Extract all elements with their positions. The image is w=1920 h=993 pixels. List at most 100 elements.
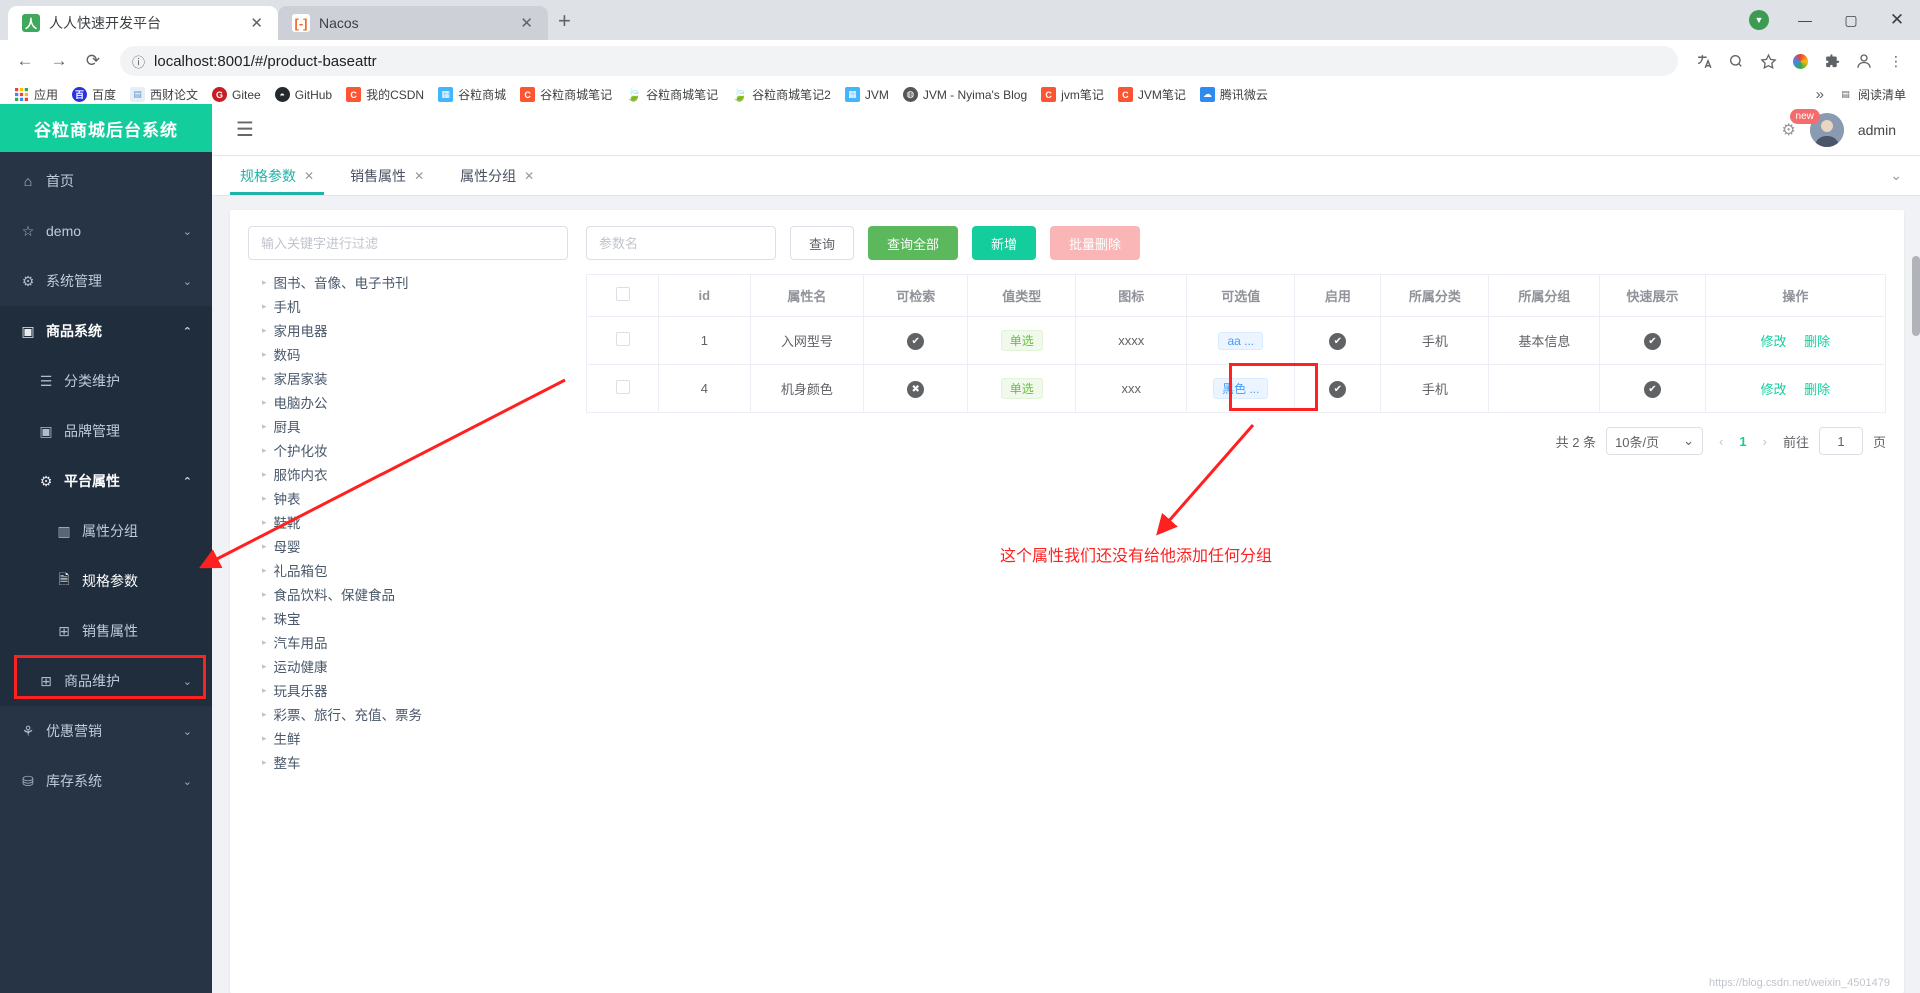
tree-node[interactable]: ▸ 汽车用品 <box>248 630 568 654</box>
view-tabs-more-button[interactable]: ⌄ <box>1890 156 1920 195</box>
bookmark-item[interactable]: C JVM笔记 <box>1112 84 1192 105</box>
tab-attribute-group[interactable]: 属性分组 ✕ <box>442 156 552 195</box>
close-icon[interactable]: ✕ <box>414 169 424 183</box>
bookmark-item[interactable]: C 谷粒商城笔记 <box>514 84 618 105</box>
sidebar-toggle-icon[interactable]: ☰ <box>236 117 254 142</box>
caret-right-icon[interactable]: ▸ <box>262 445 267 456</box>
caret-right-icon[interactable]: ▸ <box>262 493 267 504</box>
caret-right-icon[interactable]: ▸ <box>262 565 267 576</box>
tree-node[interactable]: ▸ 手机 <box>248 294 568 318</box>
forward-icon[interactable]: → <box>44 46 74 76</box>
tree-node[interactable]: ▸ 图书、音像、电子书刊 <box>248 270 568 294</box>
window-maximize-button[interactable]: ▢ <box>1828 0 1874 40</box>
bookmark-item[interactable]: G Gitee <box>206 85 267 104</box>
caret-right-icon[interactable]: ▸ <box>262 541 267 552</box>
bookmarks-overflow-icon[interactable]: » <box>1816 86 1824 103</box>
bookmark-item[interactable]: ▤ 西财论文 <box>124 84 204 105</box>
browser-tab-1[interactable]: 人 人人快速开发平台 ✕ <box>8 6 278 40</box>
page-number-1[interactable]: 1 <box>1739 434 1746 449</box>
tree-node[interactable]: ▸ 钟表 <box>248 486 568 510</box>
tree-node[interactable]: ▸ 生鲜 <box>248 726 568 750</box>
browser-menu-icon[interactable]: ⋮ <box>1882 47 1910 75</box>
tree-node[interactable]: ▸ 家用电器 <box>248 318 568 342</box>
bookmark-item[interactable]: ☁ 腾讯微云 <box>1194 84 1274 105</box>
bookmark-item[interactable]: 应用 <box>8 84 64 105</box>
settings-gear-icon[interactable]: ⚙ new <box>1782 108 1820 140</box>
sidebar-item-product-system[interactable]: ▣ 商品系统 ⌃ <box>0 306 212 356</box>
bookmark-item[interactable]: 百百度 <box>66 84 122 105</box>
sidebar-item-product-maintenance[interactable]: ⊞ 商品维护 ⌄ <box>0 656 212 706</box>
tree-node[interactable]: ▸ 食品饮料、保健食品 <box>248 582 568 606</box>
sidebar-item-home[interactable]: ⌂ 首页 <box>0 156 212 206</box>
browser-tab-2[interactable]: [-] Nacos ✕ <box>278 6 548 40</box>
next-page-button[interactable]: › <box>1757 434 1773 449</box>
tab-spec-params[interactable]: 规格参数 ✕ <box>222 156 332 195</box>
tree-node[interactable]: ▸ 服饰内衣 <box>248 462 568 486</box>
bookmark-item[interactable]: Cjvm笔记 <box>1035 84 1110 105</box>
bookmark-item[interactable]: ▦ 谷粒商城 <box>432 84 512 105</box>
sidebar-item-promotion[interactable]: ⚘ 优惠营销 ⌄ <box>0 706 212 756</box>
caret-right-icon[interactable]: ▸ <box>262 277 267 288</box>
sidebar-item-inventory[interactable]: ⛁ 库存系统 ⌄ <box>0 756 212 806</box>
page-size-select[interactable]: 10条/页 ⌄ <box>1606 427 1704 455</box>
sidebar-item-demo[interactable]: ☆ demo ⌄ <box>0 206 212 256</box>
delete-link[interactable]: 删除 <box>1804 382 1830 397</box>
add-button[interactable]: 新增 <box>972 226 1037 260</box>
caret-right-icon[interactable]: ▸ <box>262 661 267 672</box>
sidebar-item-attribute-group[interactable]: ▥ 属性分组 <box>0 506 212 556</box>
edit-link[interactable]: 修改 <box>1761 382 1787 397</box>
caret-right-icon[interactable]: ▸ <box>262 325 267 336</box>
tab-close-icon[interactable]: ✕ <box>517 14 536 32</box>
row-checkbox[interactable] <box>615 380 630 394</box>
bookmark-item[interactable]: ▦ JVM <box>839 85 895 104</box>
extension-puzzle-icon[interactable] <box>1818 47 1846 75</box>
sidebar-item-category-maintenance[interactable]: ☰ 分类维护 <box>0 356 212 406</box>
bookmark-item[interactable]: 🍃 谷粒商城笔记 <box>620 84 724 105</box>
caret-right-icon[interactable]: ▸ <box>262 685 267 696</box>
back-icon[interactable]: ← <box>10 46 40 76</box>
tree-node[interactable]: ▸ 珠宝 <box>248 606 568 630</box>
caret-right-icon[interactable]: ▸ <box>262 637 267 648</box>
tree-node[interactable]: ▸ 运动健康 <box>248 654 568 678</box>
address-bar[interactable]: ⓘ localhost:8001/#/product-baseattr <box>120 46 1678 76</box>
caret-right-icon[interactable]: ▸ <box>262 301 267 312</box>
close-icon[interactable]: ✕ <box>524 169 534 183</box>
table-row[interactable]: 1 入网型号 ✔ 单选 xxxx aa ... ✔ 手机 基本信息 ✔ 修改 删… <box>585 316 1887 365</box>
bookmark-item[interactable]: 🍃 谷粒商城笔记2 <box>726 84 837 105</box>
search-icon[interactable] <box>1722 47 1750 75</box>
caret-right-icon[interactable]: ▸ <box>262 709 267 720</box>
reload-icon[interactable]: ⟳ <box>78 46 108 76</box>
edit-link[interactable]: 修改 <box>1761 334 1787 349</box>
tab-sale-attributes[interactable]: 销售属性 ✕ <box>332 156 442 195</box>
tree-filter-input[interactable] <box>248 226 568 260</box>
param-name-input[interactable] <box>586 226 776 260</box>
caret-right-icon[interactable]: ▸ <box>262 613 267 624</box>
query-all-button[interactable]: 查询全部 <box>868 226 959 260</box>
browser-profile-icon[interactable] <box>1850 47 1878 75</box>
bookmark-star-icon[interactable] <box>1754 47 1782 75</box>
delete-link[interactable]: 删除 <box>1804 334 1830 349</box>
tree-node[interactable]: ▸ 家居家装 <box>248 366 568 390</box>
caret-right-icon[interactable]: ▸ <box>262 517 267 528</box>
extension-colorful-icon[interactable] <box>1786 47 1814 75</box>
tree-node[interactable]: ▸ 电脑办公 <box>248 390 568 414</box>
sidebar-item-platform-attributes[interactable]: ⚙ 平台属性 ⌃ <box>0 456 212 506</box>
row-checkbox[interactable] <box>615 332 630 346</box>
sidebar-item-sale-attributes[interactable]: ⊞ 销售属性 <box>0 606 212 656</box>
bookmark-item[interactable]: ◍ JVM - Nyima's Blog <box>897 85 1033 104</box>
sidebar-item-brand-management[interactable]: ▣ 品牌管理 <box>0 406 212 456</box>
tree-node[interactable]: ▸ 整车 <box>248 750 568 774</box>
tree-node[interactable]: ▸ 个护化妆 <box>248 438 568 462</box>
tab-close-icon[interactable]: ✕ <box>247 14 266 32</box>
reading-list-button[interactable]: ▤ 阅读清单 <box>1832 84 1912 105</box>
translate-icon[interactable] <box>1690 47 1718 75</box>
prev-page-button[interactable]: ‹ <box>1713 434 1729 449</box>
query-button[interactable]: 查询 <box>790 226 855 260</box>
close-icon[interactable]: ✕ <box>304 169 314 183</box>
page-info-icon[interactable]: ⓘ <box>132 52 145 71</box>
window-minimize-button[interactable]: — <box>1782 0 1828 40</box>
bookmark-item[interactable]: C 我的CSDN <box>340 84 430 105</box>
page-scrollbar[interactable] <box>1912 256 1920 336</box>
tree-node[interactable]: ▸ 鞋靴 <box>248 510 568 534</box>
tree-node[interactable]: ▸ 玩具乐器 <box>248 678 568 702</box>
